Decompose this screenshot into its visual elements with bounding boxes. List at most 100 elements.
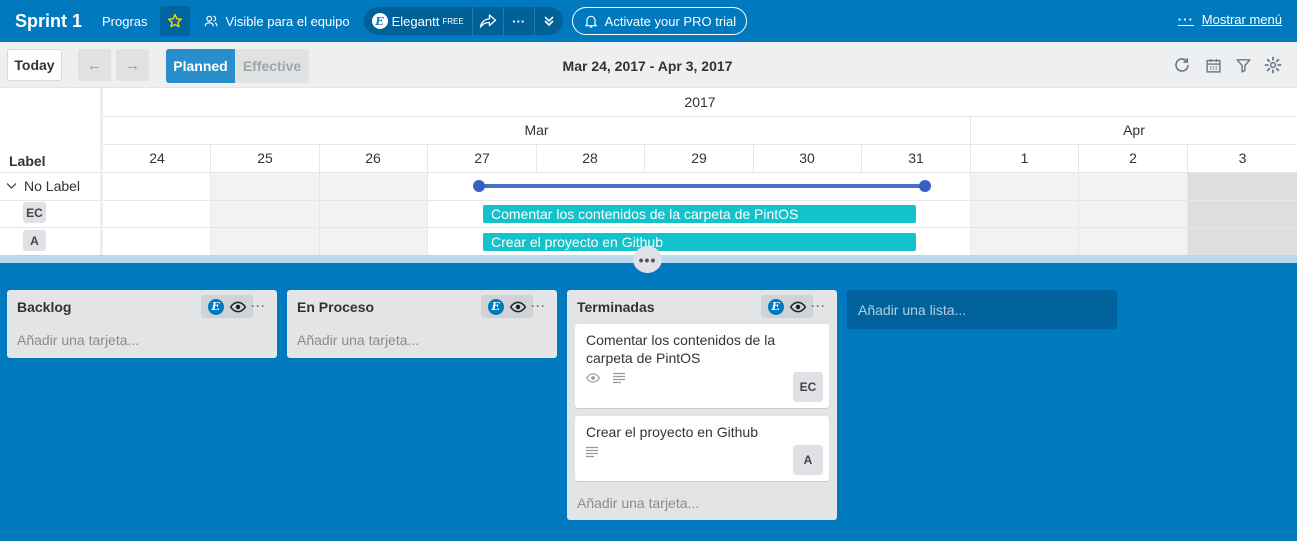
collapse-button[interactable] <box>535 7 563 35</box>
card-title: Crear el proyecto en Github <box>586 424 758 440</box>
visibility-label: Visible para el equipo <box>225 13 350 29</box>
list-en-proceso: En Proceso E ··· Añadir una tarjeta... <box>287 290 557 358</box>
group-label: No Label <box>24 178 81 194</box>
card[interactable]: Crear el proyecto en Github A <box>575 416 829 481</box>
add-card-button[interactable]: Añadir una tarjeta... <box>287 324 557 358</box>
weekend-shade <box>971 172 1188 255</box>
elegantt-button[interactable]: E Elegantt FREE <box>364 7 473 35</box>
planned-toggle[interactable]: Planned <box>166 49 235 83</box>
elegantt-name: Elegantt <box>391 13 440 29</box>
description-icon <box>586 446 598 458</box>
list-title[interactable]: Terminadas <box>577 299 655 315</box>
refresh-icon <box>1175 58 1189 72</box>
menu-dots-icon: ··· <box>1177 12 1194 27</box>
card-badges <box>575 441 829 465</box>
eye-icon[interactable] <box>510 301 527 313</box>
board-header: Sprint 1 Progras Visible para el equipo … <box>0 0 1297 42</box>
star-icon <box>167 13 182 28</box>
pro-trial-label: Activate your PRO trial <box>604 13 737 29</box>
gantt-task-bar[interactable]: Crear el proyecto en Github <box>483 233 916 251</box>
star-button[interactable] <box>159 6 190 36</box>
settings-button[interactable] <box>1262 54 1284 76</box>
day-header: 31 <box>908 150 924 166</box>
summary-end-handle[interactable] <box>919 180 931 192</box>
date-range-label: Mar 24, 2017 - Apr 3, 2017 <box>562 58 733 74</box>
elegantt-logo-icon[interactable]: E <box>487 298 504 315</box>
month-header: Apr <box>1123 122 1145 138</box>
arrow-right-icon: → <box>125 56 140 74</box>
list-terminadas: Terminadas E ··· Comentar los contenidos… <box>567 290 837 520</box>
more-options-button[interactable]: ··· <box>504 7 535 35</box>
group-toggle-no-label[interactable]: No Label <box>6 178 80 194</box>
gantt-toolbar: Today ← → Planned Effective Mar 24, 2017… <box>0 42 1297 88</box>
share-button[interactable] <box>473 7 504 35</box>
team-name-link[interactable]: Progras <box>102 14 148 29</box>
more-icon: ··· <box>512 13 526 29</box>
elegantt-logo-icon[interactable]: E <box>767 298 784 315</box>
gantt-panel: Today ← → Planned Effective Mar 24, 2017… <box>0 42 1297 260</box>
list-header: Terminadas E ··· <box>567 290 837 324</box>
effective-toggle[interactable]: Effective <box>235 49 309 83</box>
eye-icon[interactable] <box>790 301 807 313</box>
gantt-task-bar[interactable]: Comentar los contenidos de la carpeta de… <box>483 205 916 223</box>
day-header: 30 <box>799 150 815 166</box>
visibility-button[interactable]: Visible para el equipo <box>204 14 350 29</box>
card[interactable]: Comentar los contenidos de la carpeta de… <box>575 324 829 408</box>
calendar-icon <box>1205 58 1221 73</box>
day-header: 1 <box>1020 150 1029 166</box>
previous-button[interactable]: ← <box>78 49 111 81</box>
card-title: Comentar los contenidos de la carpeta de… <box>586 332 776 366</box>
gantt-task-label: Comentar los contenidos de la carpeta de… <box>491 206 799 222</box>
next-button[interactable]: → <box>116 49 149 81</box>
show-menu-label: Mostrar menú <box>1201 12 1282 27</box>
day-header: 26 <box>365 150 381 166</box>
list-title[interactable]: En Proceso <box>297 299 374 315</box>
today-button[interactable]: Today <box>7 49 62 81</box>
day-header: 27 <box>474 150 490 166</box>
list-menu-button[interactable]: ··· <box>531 299 546 313</box>
elegantt-tier-badge: FREE <box>442 16 464 26</box>
arrow-left-icon: ← <box>87 56 102 74</box>
description-icon <box>613 372 625 384</box>
bell-icon <box>584 15 597 28</box>
resize-handle[interactable]: ••• <box>633 246 662 273</box>
card-member-avatar[interactable]: A <box>793 445 823 475</box>
list-menu-button[interactable]: ··· <box>251 299 266 313</box>
refresh-button[interactable] <box>1171 54 1193 76</box>
filter-button[interactable] <box>1232 54 1254 76</box>
eye-icon[interactable] <box>230 301 247 313</box>
list-title[interactable]: Backlog <box>17 299 71 315</box>
summary-start-handle[interactable] <box>473 180 485 192</box>
add-card-button[interactable]: Añadir una tarjeta... <box>7 324 277 358</box>
calendar-button[interactable] <box>1202 54 1224 76</box>
gantt-task-label: Crear el proyecto en Github <box>491 234 663 250</box>
show-menu-link[interactable]: ··· Mostrar menú <box>1178 12 1282 27</box>
day-header: 29 <box>691 150 707 166</box>
board-title[interactable]: Sprint 1 <box>15 11 82 32</box>
list-badges: E <box>761 295 813 318</box>
month-header: Mar <box>524 122 549 138</box>
card-badges <box>575 367 829 391</box>
group-summary-bar[interactable] <box>479 184 925 188</box>
add-card-button[interactable]: Añadir una tarjeta... <box>567 489 837 520</box>
pro-trial-button[interactable]: Activate your PRO trial <box>571 7 748 35</box>
elegantt-logo-icon: E <box>371 13 388 29</box>
share-icon <box>479 14 496 28</box>
list-header: En Proceso E ··· <box>287 290 557 324</box>
elegantt-logo-icon[interactable]: E <box>207 298 224 315</box>
list-badges: E <box>201 295 253 318</box>
year-header: 2017 <box>684 94 716 110</box>
eye-icon <box>586 373 600 383</box>
day-header: 2 <box>1129 150 1137 166</box>
gantt-grid: 2017 Mar Apr 24 25 26 27 28 29 30 31 1 2… <box>0 88 1297 260</box>
add-list-button[interactable]: Añadir una lista... <box>847 290 1117 329</box>
avatar[interactable]: EC <box>23 202 46 223</box>
elegantt-toolbar: E Elegantt FREE ··· <box>363 7 563 35</box>
day-header: 24 <box>149 150 165 166</box>
card-member-avatar[interactable]: EC <box>793 372 823 402</box>
list-menu-button[interactable]: ··· <box>811 299 826 313</box>
chevron-down-icon <box>6 183 17 189</box>
day-header: 3 <box>1238 150 1247 166</box>
gear-icon <box>1264 56 1282 74</box>
avatar[interactable]: A <box>23 230 46 251</box>
